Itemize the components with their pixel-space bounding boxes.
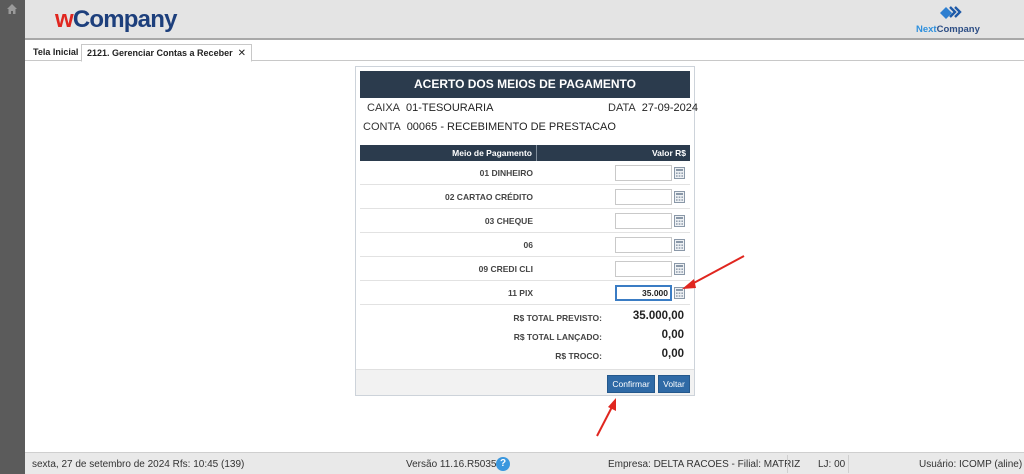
caixa-label: CAIXA xyxy=(367,102,401,114)
button-bar: Confirmar Voltar xyxy=(356,369,694,395)
logo-w: w xyxy=(55,6,74,33)
payment-row: 01 DINHEIRO xyxy=(360,161,690,185)
help-icon[interactable]: ? xyxy=(496,457,510,471)
close-icon[interactable]: ✕ xyxy=(238,48,246,59)
calculator-icon[interactable] xyxy=(674,215,685,227)
calculator-icon[interactable] xyxy=(674,287,685,299)
col-meio-pagamento: Meio de Pagamento xyxy=(360,145,537,161)
status-version: Versão 11.16.R5035 xyxy=(406,459,497,470)
status-empresa: Empresa: DELTA RACOES - Filial: MATRIZ xyxy=(608,459,801,470)
brand-next: Next xyxy=(916,24,937,35)
valor-input-pix[interactable]: 35.000 xyxy=(615,285,672,301)
calculator-icon[interactable] xyxy=(674,239,685,251)
logo-company: Company xyxy=(72,6,178,33)
payment-row: 11 PIX 35.000 xyxy=(360,281,690,305)
payment-name: 02 CARTAO CRÉDITO xyxy=(444,192,533,202)
status-date: sexta, 27 de setembro de 2024 Rfs: 10:45… xyxy=(32,459,245,470)
tab-gerenciar-contas[interactable]: 2121. Gerenciar Contas a Receber ✕ xyxy=(81,44,252,62)
valor-input[interactable] xyxy=(615,261,672,277)
calculator-icon[interactable] xyxy=(674,263,685,275)
data-value: 27-09-2024 xyxy=(641,102,698,114)
nextcompany-logo-icon xyxy=(940,6,962,19)
data-info: DATA 27-09-2024 xyxy=(608,102,698,114)
status-user: Usuário: ICOMP (aline) xyxy=(919,459,1023,470)
payment-row: 06 xyxy=(360,233,690,257)
confirm-button[interactable]: Confirmar xyxy=(607,375,655,393)
payment-row: 03 CHEQUE xyxy=(360,209,690,233)
payment-row: 02 CARTAO CRÉDITO xyxy=(360,185,690,209)
payment-name: 09 CREDI CLI xyxy=(478,264,533,274)
status-lj: LJ: 00 xyxy=(818,459,846,470)
total-lancado-value: 0,00 xyxy=(661,329,684,341)
status-separator xyxy=(848,455,849,473)
caixa-info: CAIXA 01-TESOURARIA xyxy=(367,102,493,114)
payment-name: 11 PIX xyxy=(507,288,533,298)
col-valor: Valor R$ xyxy=(651,148,686,158)
dialog-title: ACERTO DOS MEIOS DE PAGAMENTO xyxy=(360,71,690,98)
back-button[interactable]: Voltar xyxy=(658,375,690,393)
data-label: DATA xyxy=(608,102,636,114)
brand-company: Company xyxy=(936,24,980,35)
payment-name: 03 CHEQUE xyxy=(484,216,533,226)
conta-label: CONTA xyxy=(363,121,401,133)
status-bar: sexta, 27 de setembro de 2024 Rfs: 10:45… xyxy=(25,452,1024,474)
conta-value: 00065 - RECEBIMENTO DE PRESTACAO xyxy=(406,121,616,133)
status-separator xyxy=(787,455,788,473)
valor-input[interactable] xyxy=(615,189,672,205)
home-icon[interactable] xyxy=(6,3,18,15)
left-sidebar xyxy=(0,0,25,474)
payment-dialog: ACERTO DOS MEIOS DE PAGAMENTO CAIXA 01-TE… xyxy=(355,66,698,396)
valor-input[interactable] xyxy=(615,165,672,181)
total-lancado-label: R$ TOTAL LANÇADO: xyxy=(513,332,602,342)
payment-name: 06 xyxy=(523,240,533,250)
troco-value: 0,00 xyxy=(661,348,684,360)
tab-label: 2121. Gerenciar Contas a Receber xyxy=(87,48,233,58)
conta-info: CONTA 00065 - RECEBIMENTO DE PRESTACAO xyxy=(363,121,616,133)
troco-label: R$ TROCO: xyxy=(555,351,602,361)
total-previsto-label: R$ TOTAL PREVISTO: xyxy=(513,313,602,323)
total-previsto-value: 35.000,00 xyxy=(632,310,684,322)
grid-header: Meio de Pagamento Valor R$ xyxy=(360,145,690,161)
wcompany-logo[interactable]: wCompany xyxy=(55,6,177,34)
annotation-arrow xyxy=(596,398,616,437)
calculator-icon[interactable] xyxy=(674,167,685,179)
valor-input[interactable] xyxy=(615,237,672,253)
tab-tela-inicial[interactable]: Tela Inicial xyxy=(28,44,83,61)
tab-bar: Tela Inicial 2121. Gerenciar Contas a Re… xyxy=(25,42,1024,62)
nextcompany-text: NextCompany xyxy=(916,24,980,35)
totals-section: R$ TOTAL PREVISTO: 35.000,00 R$ TOTAL LA… xyxy=(360,310,690,370)
top-header: wCompany NextCompany xyxy=(25,0,1024,40)
payment-row: 09 CREDI CLI xyxy=(360,257,690,281)
caixa-value: 01-TESOURARIA xyxy=(406,102,494,114)
valor-input[interactable] xyxy=(615,213,672,229)
calculator-icon[interactable] xyxy=(674,191,685,203)
nextcompany-brand: NextCompany xyxy=(916,4,986,36)
payment-name: 01 DINHEIRO xyxy=(479,168,533,178)
